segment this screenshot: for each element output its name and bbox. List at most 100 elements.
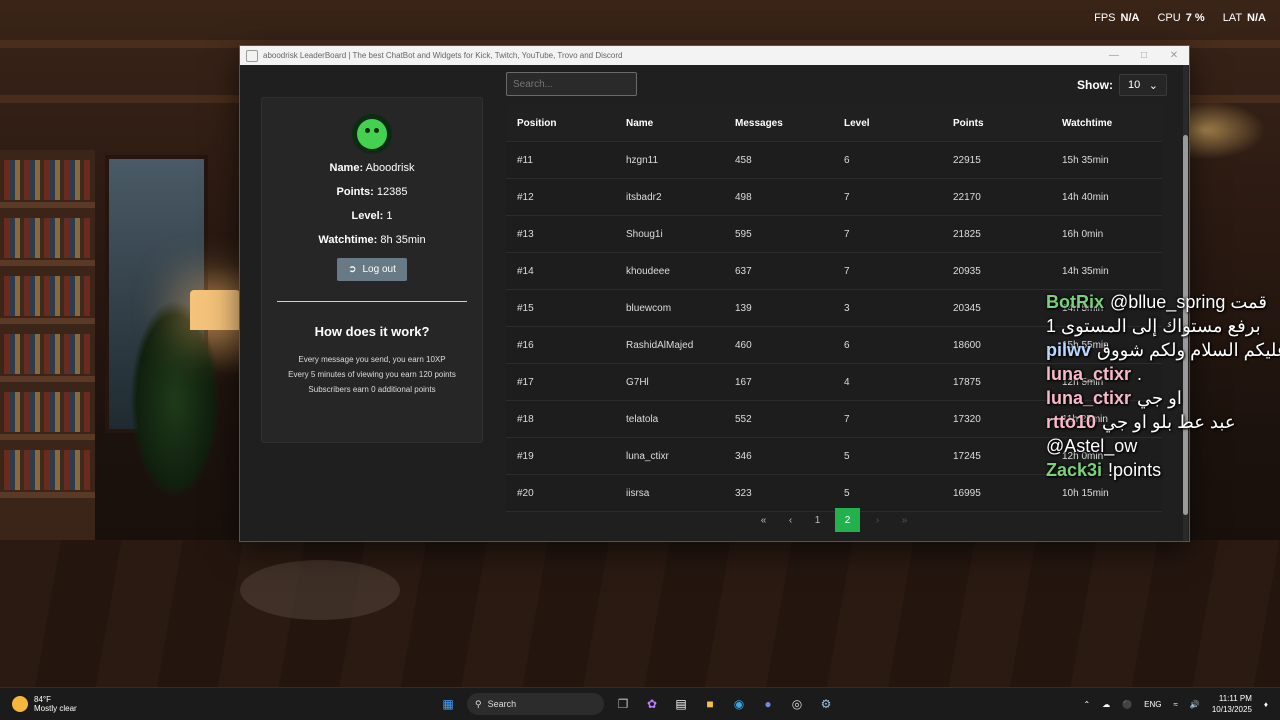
cell-points: 17245	[953, 450, 981, 462]
file-explorer-icon[interactable]: ■	[700, 694, 720, 714]
cell-name: G7Hl	[626, 376, 649, 388]
weather-temp: 84°F	[34, 695, 51, 704]
prev-page-button[interactable]: ‹	[781, 508, 800, 532]
cell-level: 7	[844, 191, 850, 203]
cloud-icon[interactable]: ☁	[1102, 700, 1110, 709]
cell-messages: 458	[735, 154, 752, 166]
search-input[interactable]	[506, 72, 637, 96]
header-position[interactable]: Position	[506, 118, 615, 129]
table-header: Position Name Messages Level Points Watc…	[506, 105, 1162, 142]
header-points[interactable]: Points	[942, 118, 1051, 129]
show-label: Show:	[1077, 78, 1113, 92]
cell-position: #15	[517, 302, 534, 314]
cell-level: 3	[844, 302, 850, 314]
last-page-button[interactable]: »	[895, 508, 914, 532]
chat-text: @Astel_ow	[1046, 435, 1138, 456]
header-level[interactable]: Level	[833, 118, 942, 129]
cell-name: luna_ctixr	[626, 450, 669, 462]
copilot-icon[interactable]: ✿	[642, 694, 662, 714]
cell-position: #18	[517, 413, 534, 425]
cell-points: 22170	[953, 191, 981, 203]
cell-position: #16	[517, 339, 534, 351]
title-bar[interactable]: aboodrisk LeaderBoard | The best ChatBot…	[240, 46, 1189, 65]
store-icon[interactable]: ▤	[671, 694, 691, 714]
cell-name: iisrsa	[626, 487, 650, 499]
chat-message: luna_ctixr او جي	[1046, 386, 1276, 410]
notification-icon[interactable]: ♦	[1264, 700, 1268, 709]
clock[interactable]: 11:11 PM 10/13/2025	[1212, 693, 1252, 715]
edge-icon[interactable]: ◉	[729, 694, 749, 714]
windows-start-icon[interactable]: ▦	[438, 694, 458, 714]
weather-widget[interactable]: 84°F Mostly clear	[12, 695, 77, 713]
how-title: How does it work?	[314, 324, 430, 339]
cell-position: #12	[517, 191, 534, 203]
clock-time: 11:11 PM	[1218, 694, 1252, 703]
chat-text: @bllue_spring قمت	[1110, 291, 1268, 312]
logout-button[interactable]: ➲ Log out	[337, 258, 407, 281]
chat-message: rtto10 عبد عط بلو او جي	[1046, 410, 1276, 434]
chat-text: وعليكم السلام ولكم شووق	[1097, 339, 1280, 360]
plant	[130, 300, 220, 500]
maximize-button[interactable]: □	[1129, 50, 1159, 61]
fps-value: N/A	[1120, 12, 1140, 24]
points-value: 12385	[376, 186, 408, 198]
volume-icon[interactable]: 🔊	[1190, 700, 1200, 709]
level-value: 1	[386, 210, 393, 222]
discord-icon[interactable]: ●	[758, 694, 778, 714]
cpu-label: CPU	[1157, 12, 1181, 24]
task-view-icon[interactable]: ❐	[613, 694, 633, 714]
chat-username: rtto10	[1046, 411, 1097, 432]
avatar-face-icon	[357, 119, 387, 149]
header-name[interactable]: Name	[615, 118, 724, 129]
how-line: Every 5 minutes of viewing you earn 120 …	[288, 370, 456, 379]
table-row: #13 Shoug1i 595 7 21825 16h 0min	[506, 216, 1162, 253]
cell-level: 5	[844, 450, 850, 462]
wifi-icon[interactable]: ≈	[1174, 700, 1178, 709]
cell-watchtime: 14h 40min	[1062, 191, 1109, 203]
taskbar: 84°F Mostly clear ▦ ⚲ Search ❐ ✿ ▤ ■ ◉ ●…	[0, 687, 1280, 720]
chat-text: .	[1137, 363, 1143, 384]
profile-card: Name: Aboodrisk Points: 12385 Level: 1 W…	[261, 97, 483, 443]
watchtime-value: 8h 35min	[380, 234, 426, 246]
cell-watchtime: 16h 0min	[1062, 228, 1104, 240]
profile-points: Points: 12385	[262, 186, 482, 198]
chat-username: pilwv	[1046, 339, 1092, 360]
taskbar-search-label: Search	[487, 699, 517, 709]
language-indicator[interactable]: ENG	[1144, 700, 1161, 709]
weather-condition: Mostly clear	[34, 704, 77, 713]
page-2-button[interactable]: 2	[835, 508, 860, 532]
cell-messages: 460	[735, 339, 752, 351]
chat-message: @Astel_ow	[1046, 434, 1276, 458]
weather-moon-icon	[12, 696, 28, 712]
fps-label: FPS	[1094, 12, 1116, 24]
taskbar-search[interactable]: ⚲ Search	[467, 693, 604, 715]
header-watchtime[interactable]: Watchtime	[1051, 118, 1160, 129]
chat-text: او جي	[1137, 387, 1182, 408]
cell-name: bluewcom	[626, 302, 672, 314]
watchtime-label: Watchtime:	[318, 234, 378, 246]
cell-name: telatola	[626, 413, 659, 425]
show-control: Show: 10 ⌄	[1077, 74, 1167, 96]
page-1-button[interactable]: 1	[808, 508, 827, 532]
next-page-button[interactable]: ›	[868, 508, 887, 532]
table-row: #14 khoudeee 637 7 20935 14h 35min	[506, 253, 1162, 290]
how-line: Every message you send, you earn 10XP	[298, 355, 446, 364]
chevron-up-icon[interactable]: ⌃	[1083, 700, 1090, 709]
close-button[interactable]: ✕	[1159, 50, 1189, 61]
cell-name: itsbadr2	[626, 191, 662, 203]
name-value: Aboodrisk	[365, 162, 415, 174]
chrome-icon[interactable]: ◎	[787, 694, 807, 714]
chat-message: pilwv وعليكم السلام ولكم شووق	[1046, 338, 1280, 362]
name-label: Name:	[329, 162, 364, 174]
header-messages[interactable]: Messages	[724, 118, 833, 129]
show-select[interactable]: 10 ⌄	[1119, 74, 1167, 96]
minimize-button[interactable]: —	[1099, 50, 1129, 61]
cell-points: 17875	[953, 376, 981, 388]
table-row: #11 hzgn11 458 6 22915 15h 35min	[506, 142, 1162, 179]
search-icon: ⚲	[475, 698, 482, 709]
chat-message: luna_ctixr.	[1046, 362, 1276, 386]
microphone-icon[interactable]: ⚫	[1122, 700, 1132, 709]
avatar	[352, 114, 392, 154]
steam-icon[interactable]: ⚙	[816, 694, 836, 714]
first-page-button[interactable]: «	[754, 508, 773, 532]
